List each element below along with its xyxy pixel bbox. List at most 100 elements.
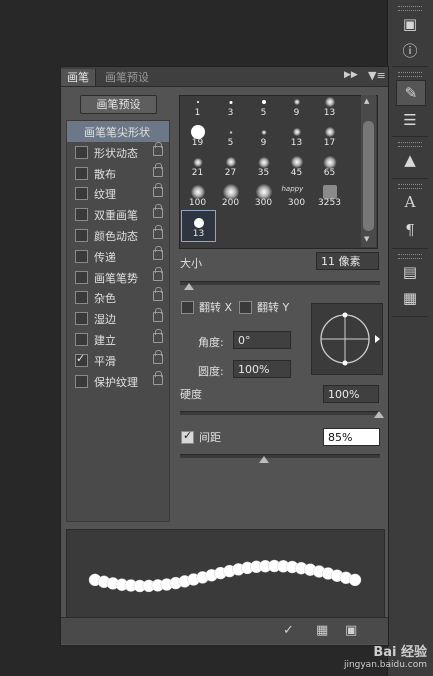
brush-tip[interactable]: 35 bbox=[247, 150, 280, 180]
cube-info-icon[interactable]: ▣ bbox=[396, 12, 424, 36]
brush-tip[interactable]: 5 bbox=[247, 96, 280, 120]
option-checkbox[interactable] bbox=[75, 270, 88, 284]
hardness-label: 硬度 bbox=[180, 388, 202, 401]
option-checkbox[interactable] bbox=[75, 312, 88, 326]
lock-icon[interactable] bbox=[153, 370, 163, 385]
flip-y-checkbox[interactable] bbox=[239, 301, 252, 314]
toolbar-grip[interactable] bbox=[398, 72, 422, 77]
swatches-icon[interactable]: ▤ bbox=[396, 260, 424, 284]
lock-icon[interactable] bbox=[153, 266, 163, 281]
lock-icon[interactable] bbox=[153, 287, 163, 302]
brush-tip[interactable]: happy 300 bbox=[280, 180, 313, 210]
size-slider-knob[interactable] bbox=[184, 283, 194, 290]
scroll-up-icon[interactable]: ▲ bbox=[364, 97, 369, 105]
lock-icon[interactable] bbox=[153, 141, 163, 156]
brush-tip[interactable]: 3253 bbox=[313, 180, 346, 210]
lock-icon[interactable] bbox=[153, 308, 163, 323]
flip-x-checkbox[interactable] bbox=[181, 301, 194, 314]
toolbar-grip[interactable] bbox=[398, 254, 422, 259]
info-icon[interactable]: ⓘ bbox=[396, 38, 424, 62]
hardness-slider[interactable] bbox=[180, 411, 380, 415]
brush-tip[interactable]: 9 bbox=[247, 120, 280, 150]
brush-tip[interactable]: 13 bbox=[280, 120, 313, 150]
option-item[interactable]: 散布 bbox=[67, 162, 169, 184]
brush-tip[interactable]: 1 bbox=[181, 96, 214, 120]
option-item[interactable]: 画笔笔势 bbox=[67, 266, 169, 288]
brush-tip[interactable]: 5 bbox=[214, 120, 247, 150]
toolbar-grip[interactable] bbox=[398, 6, 422, 11]
option-checkbox[interactable] bbox=[75, 208, 88, 222]
angle-field[interactable]: 0° bbox=[233, 331, 291, 349]
brush-tip[interactable]: 21 bbox=[181, 150, 214, 180]
brush-tip[interactable]: 17 bbox=[313, 120, 346, 150]
option-item[interactable]: 传递 bbox=[67, 245, 169, 267]
brush-tip[interactable]: 13 bbox=[313, 96, 346, 120]
brush-tip[interactable]: 27 bbox=[214, 150, 247, 180]
option-item[interactable]: 保护纹理 bbox=[67, 370, 169, 392]
collapse-icon[interactable]: ▶▶ bbox=[344, 70, 358, 80]
lock-icon[interactable] bbox=[153, 245, 163, 260]
brush-size-number: 100 bbox=[188, 198, 207, 208]
clone-source-icon[interactable]: ☰ bbox=[396, 108, 424, 132]
roundness-field[interactable]: 100% bbox=[233, 360, 291, 378]
option-checkbox[interactable] bbox=[75, 333, 88, 346]
grid-icon[interactable]: ▦ bbox=[316, 623, 328, 638]
new-brush-icon[interactable]: ▣ bbox=[345, 623, 357, 638]
brush-tip[interactable]: 100 bbox=[181, 180, 214, 210]
notes-icon[interactable]: ▦ bbox=[396, 286, 424, 310]
character-icon[interactable]: A bbox=[396, 190, 424, 214]
panel-menu-icon[interactable]: ▼≡ bbox=[368, 69, 386, 82]
option-item[interactable]: 杂色 bbox=[67, 287, 169, 308]
option-item[interactable]: 湿边 bbox=[67, 308, 169, 329]
option-item[interactable]: 颜色动态 bbox=[67, 225, 169, 246]
brush-presets-button[interactable]: 画笔预设 bbox=[80, 95, 157, 114]
stamp-icon[interactable]: ▲ bbox=[396, 148, 424, 172]
option-checkbox[interactable] bbox=[75, 249, 88, 263]
brush-tip[interactable]: 65 bbox=[313, 150, 346, 180]
size-field[interactable]: 11 像素 bbox=[316, 252, 379, 270]
spacing-checkbox[interactable]: ✓ bbox=[181, 429, 194, 444]
brush-tip[interactable]: 300 bbox=[247, 180, 280, 210]
toolbar-grip[interactable] bbox=[398, 142, 422, 147]
option-checkbox[interactable] bbox=[75, 374, 88, 388]
spacing-field[interactable]: 85% bbox=[323, 428, 380, 446]
option-checkbox[interactable]: ✓ bbox=[75, 352, 88, 367]
brush-tip[interactable]: 200 bbox=[214, 180, 247, 210]
option-item[interactable]: 画笔笔尖形状 bbox=[67, 121, 169, 142]
brush-tip[interactable]: 3 bbox=[214, 96, 247, 120]
spacing-slider[interactable] bbox=[180, 454, 380, 458]
brush-options-icon[interactable]: ✓ bbox=[283, 623, 294, 638]
option-item[interactable]: 形状动态 bbox=[67, 141, 169, 163]
brush-tip[interactable]: 19 bbox=[181, 120, 214, 150]
option-checkbox[interactable] bbox=[75, 166, 88, 180]
lock-icon[interactable] bbox=[153, 349, 163, 364]
brush-panel-icon[interactable]: ✎ bbox=[396, 80, 426, 106]
brush-tip[interactable]: 13 bbox=[181, 210, 216, 242]
option-checkbox[interactable] bbox=[75, 291, 88, 305]
scroll-down-icon[interactable]: ▼ bbox=[364, 235, 369, 243]
option-item[interactable]: 纹理 bbox=[67, 183, 169, 204]
lock-icon[interactable] bbox=[153, 183, 163, 198]
option-checkbox[interactable] bbox=[75, 229, 88, 242]
brush-tip[interactable]: 9 bbox=[280, 96, 313, 120]
option-checkbox[interactable] bbox=[75, 145, 88, 159]
angle-roundness-widget[interactable] bbox=[311, 303, 383, 375]
option-item[interactable]: ✓ 平滑 bbox=[67, 349, 169, 371]
lock-icon[interactable] bbox=[153, 162, 163, 177]
lock-icon[interactable] bbox=[153, 204, 163, 219]
option-item[interactable]: 双重画笔 bbox=[67, 204, 169, 225]
hardness-field[interactable]: 100% bbox=[323, 385, 379, 403]
option-checkbox[interactable] bbox=[75, 187, 88, 201]
tab-brush[interactable]: 画笔 bbox=[61, 69, 96, 86]
brush-tip[interactable]: 45 bbox=[280, 150, 313, 180]
size-slider[interactable] bbox=[180, 281, 380, 285]
tab-brush-presets[interactable]: 画笔预设 bbox=[99, 69, 155, 86]
spacing-slider-knob[interactable] bbox=[259, 456, 269, 463]
scrollbar-thumb[interactable] bbox=[363, 121, 374, 231]
paragraph-icon[interactable]: ¶ bbox=[396, 218, 424, 242]
lock-icon[interactable] bbox=[153, 225, 163, 239]
option-item[interactable]: 建立 bbox=[67, 329, 169, 350]
toolbar-grip[interactable] bbox=[398, 184, 422, 189]
lock-icon[interactable] bbox=[153, 329, 163, 343]
hardness-slider-knob[interactable] bbox=[374, 411, 384, 418]
